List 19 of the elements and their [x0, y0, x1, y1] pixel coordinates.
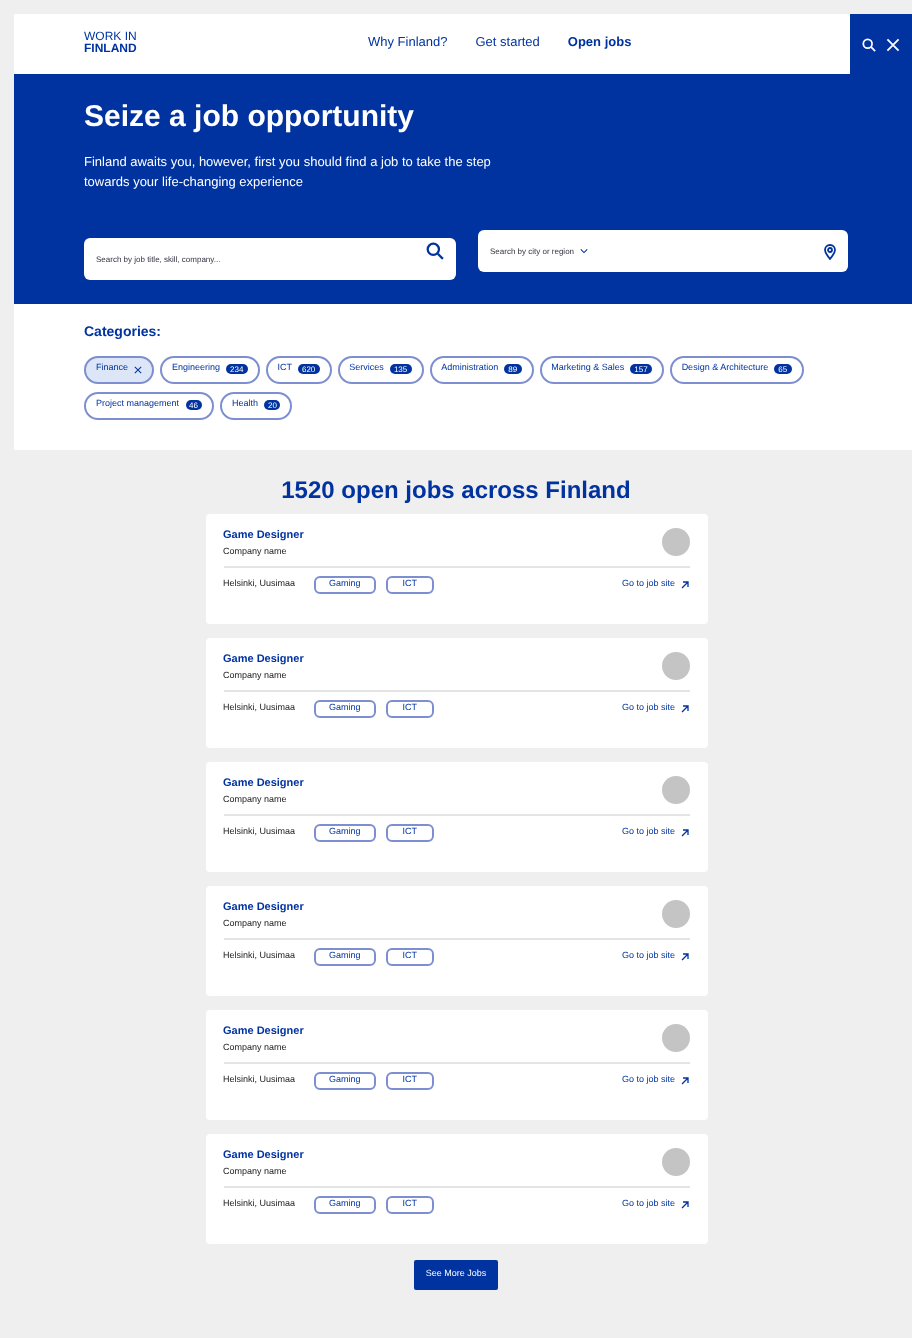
- search-icon: [426, 242, 444, 260]
- company-logo: [661, 1024, 689, 1052]
- company-logo: [661, 652, 689, 680]
- company-logo: [661, 528, 689, 556]
- external-arrow-icon: [679, 704, 689, 714]
- jobs-heading: 1520 open jobs across Finland: [281, 474, 631, 506]
- external-arrow-icon: [679, 1200, 689, 1210]
- external-arrow-icon: [679, 952, 689, 962]
- external-arrow-icon: [679, 580, 689, 590]
- close-icon[interactable]: [134, 365, 143, 373]
- search-icon: [862, 37, 876, 51]
- location-pin-icon: [824, 243, 836, 259]
- company-logo: [661, 900, 689, 928]
- chevron-down-icon: [580, 248, 589, 254]
- hero-title: Seize a job opportunity: [84, 100, 417, 136]
- external-arrow-icon: [679, 828, 689, 838]
- company-logo: [661, 776, 689, 804]
- external-arrow-icon: [679, 1076, 689, 1086]
- company-logo: [661, 1148, 689, 1176]
